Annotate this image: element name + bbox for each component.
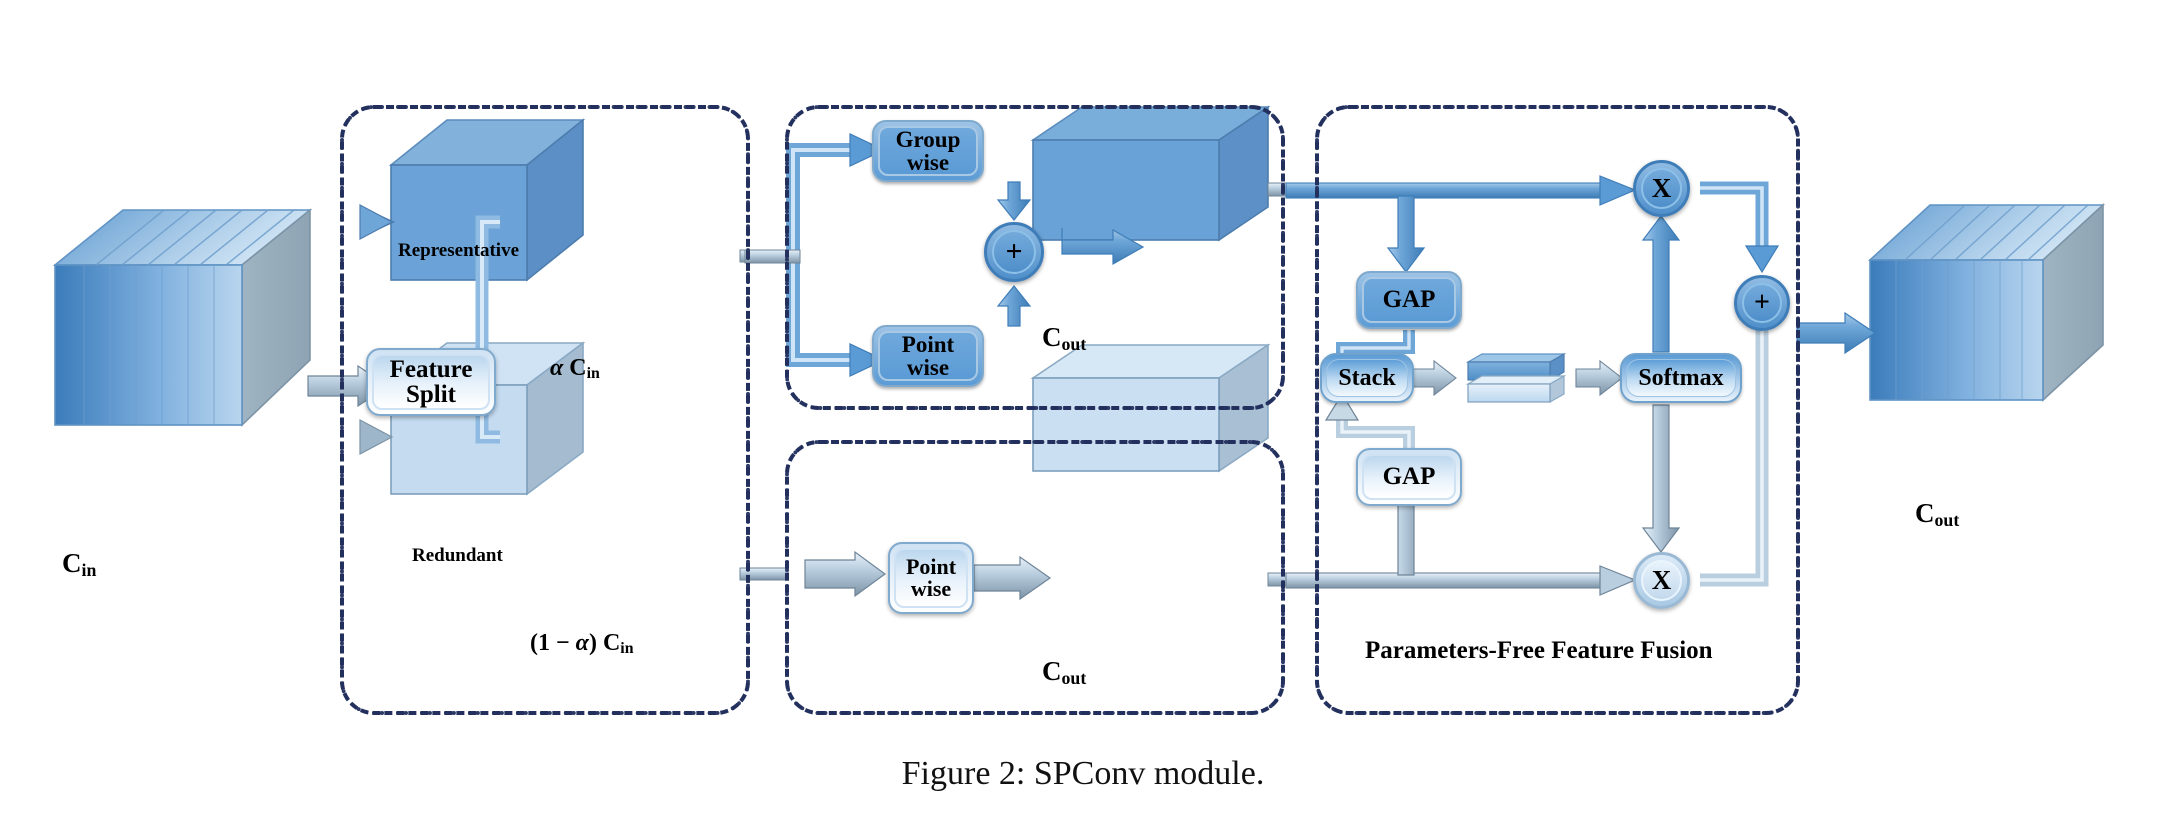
gap-top-label: GAP	[1382, 286, 1436, 314]
softmax-box[interactable]: Softmax	[1620, 353, 1742, 403]
point-wise-box-bottom[interactable]: Point wise	[888, 542, 974, 614]
repr-output-cube-label: Cout	[1042, 322, 1087, 354]
multiply-operator-bottom[interactable]: X	[1633, 552, 1690, 609]
figure-caption: Figure 2: SPConv module.	[901, 755, 1265, 792]
multiply-operator-top[interactable]: X	[1633, 160, 1690, 217]
feature-split-label: Feature Split	[389, 355, 473, 408]
input-cube-label: Cin	[62, 548, 97, 580]
multiply-bottom-symbol: X	[1651, 565, 1672, 595]
feature-split-box[interactable]: Feature Split	[366, 348, 496, 416]
alpha-cin-label: α Cin	[550, 355, 600, 383]
point-wise-top-label: Point wise	[901, 331, 955, 380]
fusion-title: Parameters-Free Feature Fusion	[1365, 637, 1713, 664]
input-feature-cube	[52, 208, 313, 427]
point-wise-box-top[interactable]: Point wise	[872, 325, 984, 387]
gap-box-bottom[interactable]: GAP	[1356, 448, 1462, 506]
multiply-top-symbol: X	[1651, 173, 1672, 203]
group-wise-label: Group wise	[895, 126, 961, 175]
point-wise-bottom-label: Point wise	[905, 553, 957, 601]
one-minus-alpha-cin-label: (1 − α) Cin	[530, 630, 634, 658]
representative-cube-label: Representative	[398, 240, 520, 261]
add-operator-repr[interactable]: +	[984, 222, 1044, 282]
arrow-add-to-output	[1796, 311, 1877, 355]
panel-redundant-branch	[785, 440, 1285, 715]
gap-bottom-label: GAP	[1382, 463, 1436, 491]
redu-output-cube-label: Cout	[1042, 656, 1087, 688]
stack-label: Stack	[1338, 364, 1396, 391]
output-cube-label: Cout	[1915, 498, 1960, 530]
stack-box[interactable]: Stack	[1320, 353, 1414, 403]
figure-canvas: Feature Split Group wise Point wise + Po…	[0, 0, 2166, 838]
panel-feature-fusion	[1315, 105, 1800, 715]
softmax-label: Softmax	[1638, 364, 1724, 391]
add-operator-fusion[interactable]: +	[1734, 275, 1790, 331]
add-operator-repr-symbol: +	[1005, 235, 1023, 268]
redundant-cube-label: Redundant	[412, 545, 503, 566]
output-feature-cube	[1867, 203, 2106, 402]
add-operator-fusion-symbol: +	[1754, 287, 1770, 318]
gap-box-top[interactable]: GAP	[1356, 271, 1462, 329]
group-wise-box[interactable]: Group wise	[872, 120, 984, 182]
